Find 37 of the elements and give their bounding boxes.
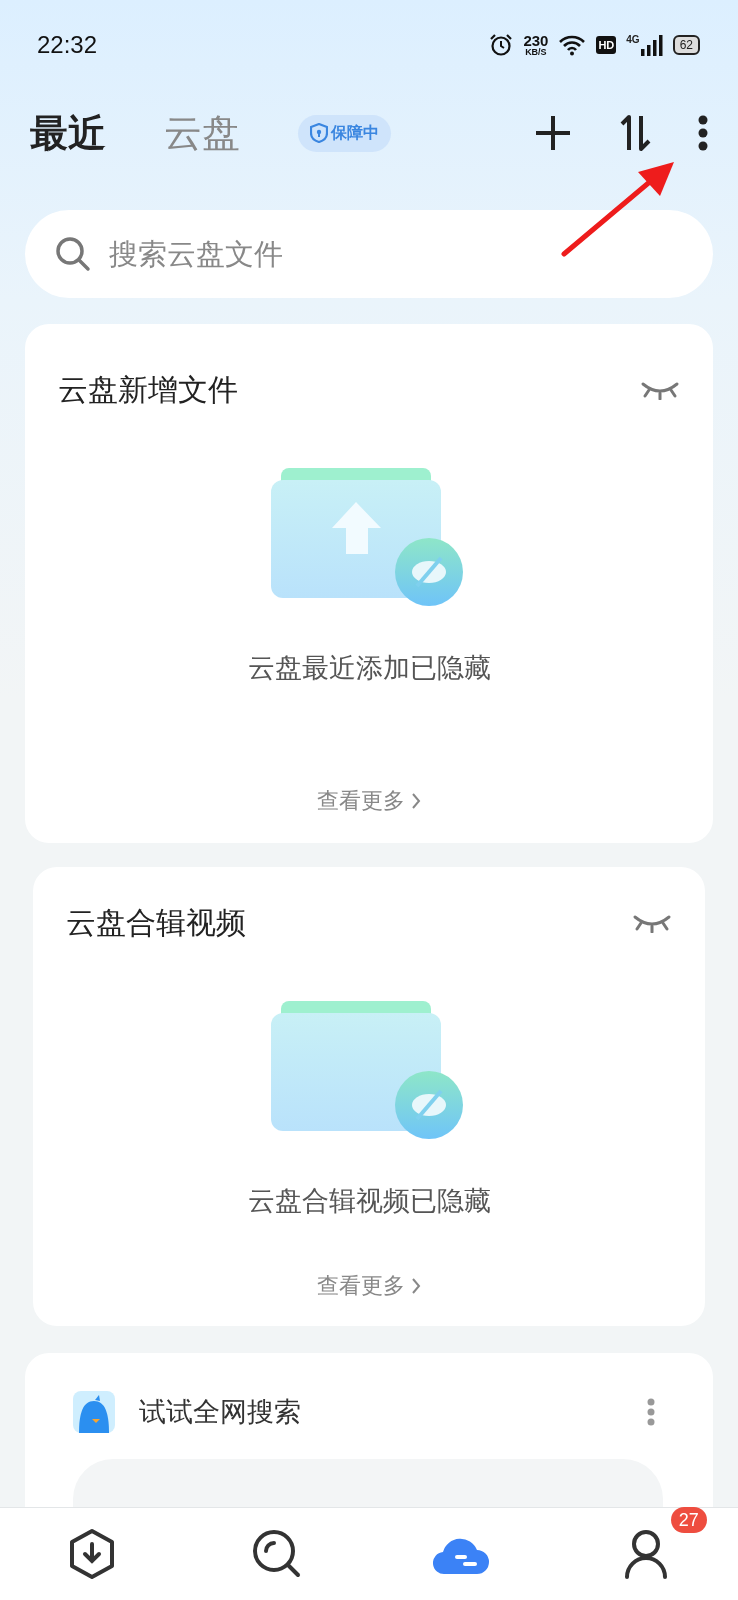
more-menu-button[interactable]	[698, 115, 708, 151]
protection-badge[interactable]: 保障中	[298, 114, 391, 152]
closed-eye-icon[interactable]	[632, 913, 672, 933]
status-time: 22:32	[37, 31, 98, 59]
more-options-button[interactable]	[647, 1398, 655, 1426]
view-more-link[interactable]: 查看更多	[317, 786, 421, 816]
network-speed: 230 KB/S	[523, 33, 549, 57]
card-title: 云盘新增文件	[58, 371, 238, 409]
search-icon	[251, 1529, 302, 1579]
profile-icon	[622, 1529, 669, 1579]
view-more-link[interactable]: 查看更多	[317, 1271, 421, 1301]
header-tab[interactable]: 最近	[30, 107, 106, 159]
wifi-icon	[558, 34, 587, 56]
signal-icon	[640, 34, 663, 56]
web-search-field[interactable]	[73, 1459, 663, 1509]
chevron-right-icon	[411, 1277, 421, 1295]
nav-tab[interactable]	[622, 1529, 669, 1579]
battery-level: 62	[672, 35, 700, 55]
download-icon	[68, 1528, 117, 1580]
notification-count: 27	[670, 1507, 707, 1533]
hidden-caption: 云盘最近添加已隐藏	[247, 651, 491, 685]
bird-app-icon	[73, 1391, 115, 1433]
add-button[interactable]	[534, 114, 572, 152]
nav-tab[interactable]	[251, 1529, 302, 1579]
search-input[interactable]: 搜索云盘文件	[107, 236, 511, 272]
chevron-right-icon	[411, 792, 421, 810]
hd-indicator: HD	[596, 36, 617, 54]
alarm-icon	[489, 33, 514, 57]
web-search-title: 试试全网搜索	[139, 1395, 301, 1429]
hidden-caption: 云盘合辑视频已隐藏	[247, 1184, 491, 1218]
network-type: 4G	[626, 34, 640, 45]
search-icon	[55, 236, 91, 272]
nav-tab[interactable]	[68, 1528, 117, 1580]
header-tab[interactable]: 云盘	[164, 107, 240, 159]
closed-eye-icon[interactable]	[640, 380, 680, 400]
card-title: 云盘合辑视频	[66, 904, 246, 942]
search-field[interactable]: 搜索云盘文件	[25, 210, 713, 298]
